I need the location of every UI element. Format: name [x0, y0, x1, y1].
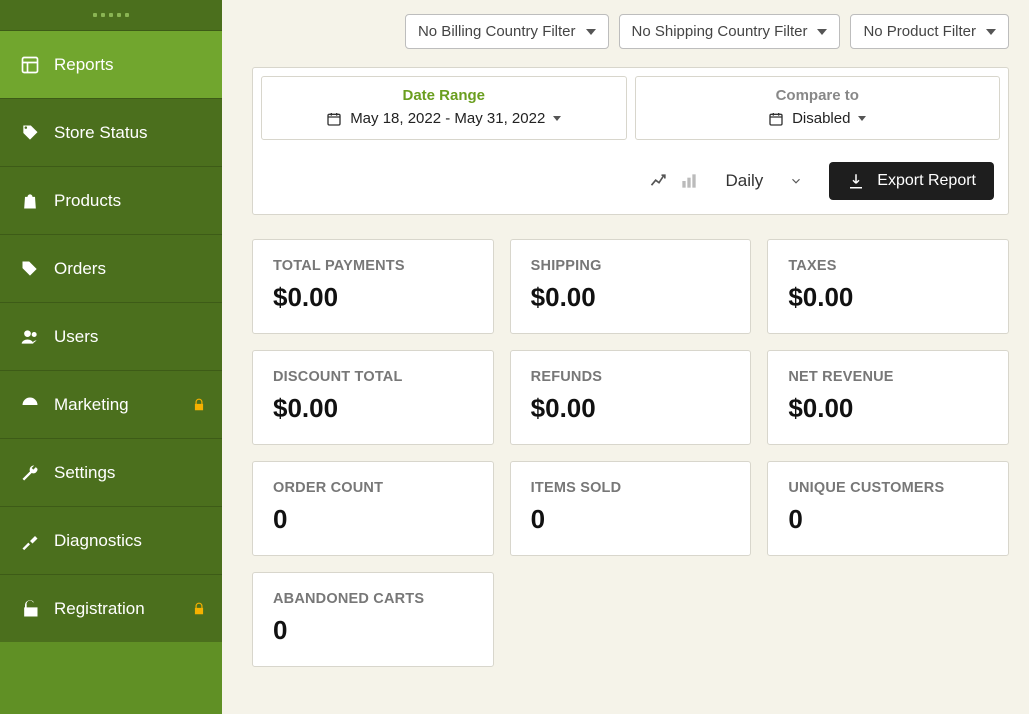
sidebar-item-store-status[interactable]: Store Status — [0, 98, 222, 166]
metric-value: $0.00 — [531, 282, 731, 313]
metric-title: ABANDONED CARTS — [273, 591, 473, 607]
compare-box[interactable]: Compare to Disabled — [635, 76, 1001, 140]
bag-icon — [16, 191, 44, 211]
calendar-icon — [326, 111, 342, 127]
metric-card-order-count[interactable]: ORDER COUNT 0 — [252, 461, 494, 556]
compare-value: Disabled — [792, 110, 850, 127]
metric-value: $0.00 — [531, 393, 731, 424]
screwdriver-icon — [16, 531, 44, 551]
metric-title: REFUNDS — [531, 369, 731, 385]
filter-label: No Shipping Country Filter — [632, 23, 808, 40]
view-toggle — [649, 171, 699, 191]
lock-open-icon — [16, 599, 44, 619]
sidebar-item-label: Users — [54, 327, 98, 347]
billing-country-filter[interactable]: No Billing Country Filter — [405, 14, 609, 49]
metric-title: SHIPPING — [531, 258, 731, 274]
sidebar-item-label: Reports — [54, 55, 114, 75]
sidebar-item-marketing[interactable]: Marketing — [0, 370, 222, 438]
metrics-grid: TOTAL PAYMENTS $0.00 SHIPPING $0.00 TAXE… — [252, 239, 1009, 667]
metric-value: $0.00 — [788, 393, 988, 424]
chevron-down-icon — [858, 116, 866, 121]
metric-card-refunds[interactable]: REFUNDS $0.00 — [510, 350, 752, 445]
bar-chart-icon[interactable] — [679, 171, 699, 191]
metric-card-shipping[interactable]: SHIPPING $0.00 — [510, 239, 752, 334]
sidebar-item-users[interactable]: Users — [0, 302, 222, 370]
chevron-down-icon — [817, 29, 827, 35]
users-icon — [16, 327, 44, 347]
chevron-down-icon — [553, 116, 561, 121]
shipping-country-filter[interactable]: No Shipping Country Filter — [619, 14, 841, 49]
lock-icon — [192, 398, 206, 412]
metric-card-unique-customers[interactable]: UNIQUE CUSTOMERS 0 — [767, 461, 1009, 556]
main-content: No Billing Country Filter No Shipping Co… — [222, 0, 1029, 714]
chevron-down-icon — [986, 29, 996, 35]
sidebar-item-settings[interactable]: Settings — [0, 438, 222, 506]
date-range-title: Date Range — [270, 87, 618, 104]
metric-card-net-revenue[interactable]: NET REVENUE $0.00 — [767, 350, 1009, 445]
metric-value: 0 — [273, 504, 473, 535]
reports-icon — [16, 55, 44, 75]
date-range-value: May 18, 2022 - May 31, 2022 — [350, 110, 545, 127]
metric-card-items-sold[interactable]: ITEMS SOLD 0 — [510, 461, 752, 556]
filter-label: No Product Filter — [863, 23, 976, 40]
sidebar-item-registration[interactable]: Registration — [0, 574, 222, 642]
date-range-box[interactable]: Date Range May 18, 2022 - May 31, 2022 — [261, 76, 627, 140]
export-label: Export Report — [877, 172, 976, 190]
interval-select[interactable]: Daily — [717, 167, 811, 195]
metric-value: 0 — [788, 504, 988, 535]
download-icon — [847, 172, 865, 190]
sidebar-item-label: Products — [54, 191, 121, 211]
metric-title: TAXES — [788, 258, 988, 274]
metric-card-abandoned-carts[interactable]: ABANDONED CARTS 0 — [252, 572, 494, 667]
sidebar-handle[interactable] — [0, 0, 222, 30]
metric-title: ITEMS SOLD — [531, 480, 731, 496]
metric-value: $0.00 — [788, 282, 988, 313]
sidebar-item-diagnostics[interactable]: Diagnostics — [0, 506, 222, 574]
metric-title: NET REVENUE — [788, 369, 988, 385]
filters-row: No Billing Country Filter No Shipping Co… — [252, 14, 1009, 49]
product-filter[interactable]: No Product Filter — [850, 14, 1009, 49]
sidebar-item-label: Orders — [54, 259, 106, 279]
interval-label: Daily — [725, 171, 763, 191]
sidebar: Reports Store Status Products Orders Use… — [0, 0, 222, 714]
sidebar-item-label: Registration — [54, 599, 145, 619]
chevron-down-icon — [586, 29, 596, 35]
sidebar-item-label: Store Status — [54, 123, 148, 143]
metric-value: $0.00 — [273, 393, 473, 424]
metric-title: DISCOUNT TOTAL — [273, 369, 473, 385]
lock-icon — [192, 602, 206, 616]
controls-panel: Date Range May 18, 2022 - May 31, 2022 C… — [252, 67, 1009, 215]
sidebar-item-label: Diagnostics — [54, 531, 142, 551]
sidebar-item-label: Settings — [54, 463, 115, 483]
filter-label: No Billing Country Filter — [418, 23, 576, 40]
sidebar-item-products[interactable]: Products — [0, 166, 222, 234]
metric-value: $0.00 — [273, 282, 473, 313]
tag-icon — [16, 123, 44, 143]
metric-value: 0 — [273, 615, 473, 646]
metric-title: ORDER COUNT — [273, 480, 473, 496]
metric-value: 0 — [531, 504, 731, 535]
gauge-icon — [16, 395, 44, 415]
wrench-icon — [16, 463, 44, 483]
sidebar-item-orders[interactable]: Orders — [0, 234, 222, 302]
line-chart-icon[interactable] — [649, 171, 669, 191]
sidebar-item-reports[interactable]: Reports — [0, 30, 222, 98]
metric-card-discount-total[interactable]: DISCOUNT TOTAL $0.00 — [252, 350, 494, 445]
pricetag-icon — [16, 259, 44, 279]
chevron-down-icon — [789, 174, 803, 188]
export-report-button[interactable]: Export Report — [829, 162, 994, 200]
compare-title: Compare to — [644, 87, 992, 104]
metric-card-taxes[interactable]: TAXES $0.00 — [767, 239, 1009, 334]
metric-title: UNIQUE CUSTOMERS — [788, 480, 988, 496]
sidebar-item-label: Marketing — [54, 395, 129, 415]
metric-card-total-payments[interactable]: TOTAL PAYMENTS $0.00 — [252, 239, 494, 334]
metric-title: TOTAL PAYMENTS — [273, 258, 473, 274]
calendar-icon — [768, 111, 784, 127]
